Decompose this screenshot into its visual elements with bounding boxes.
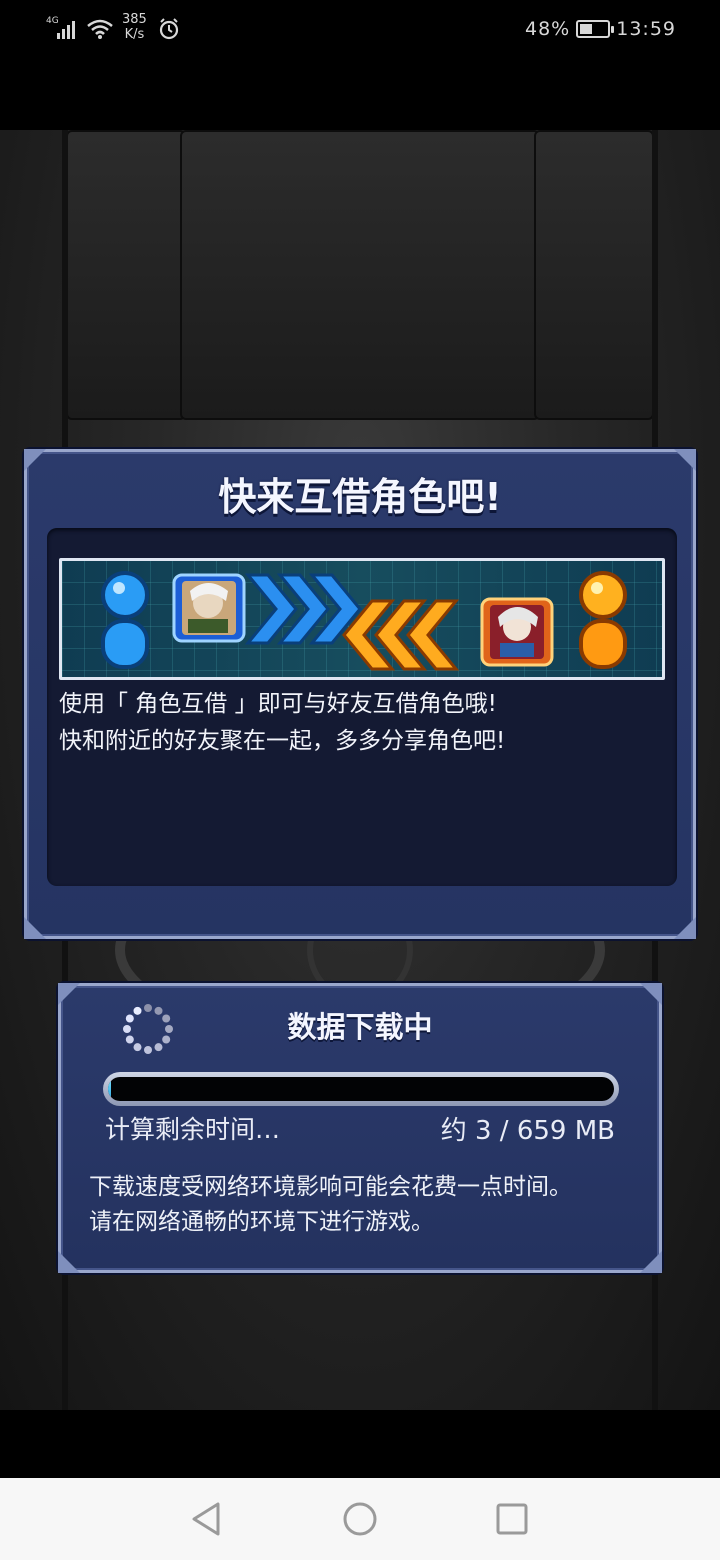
home-icon[interactable] <box>339 1498 381 1540</box>
dialog-body: 使用「 角色互借 」即可与好友互借角色哦! 快和附近的好友聚在一起，多多分享角色… <box>47 528 677 886</box>
share-banner-illustration <box>101 571 627 671</box>
back-icon[interactable] <box>186 1498 228 1540</box>
background-panel-center <box>180 130 540 420</box>
background-panel-right <box>534 130 654 420</box>
download-title: 数据下载中 <box>287 1010 433 1044</box>
orange-player-icon <box>579 571 627 669</box>
alarm-icon <box>159 18 179 40</box>
blue-character-card <box>172 573 246 643</box>
panel-corner <box>640 983 662 1005</box>
panel-corner <box>58 983 80 1005</box>
download-size: 约 3 / 659 MB <box>440 1116 615 1146</box>
description-line-1: 使用「 角色互借 」即可与好友互借角色哦! <box>59 691 497 717</box>
blue-arrows <box>244 573 362 645</box>
system-navigation-bar <box>0 1478 720 1560</box>
panel-corner <box>640 1251 662 1273</box>
download-note-line-2: 请在网络通畅的环境下进行游戏。 <box>89 1209 434 1235</box>
wifi-icon <box>87 19 113 39</box>
dialog-corner <box>24 917 46 939</box>
dialog-description: 使用「 角色互借 」即可与好友互借角色哦! 快和附近的好友聚在一起，多多分享角色… <box>59 686 659 760</box>
status-right: 48% 13:59 <box>525 18 676 40</box>
progress-track-inner <box>108 1077 614 1101</box>
signal-icon <box>57 21 75 39</box>
battery-icon <box>576 20 615 38</box>
remaining-time-status: 计算剩余时间… <box>105 1115 281 1144</box>
speed-value: 385 <box>122 12 147 27</box>
spinner-dot <box>144 1046 152 1054</box>
orange-character-card <box>480 597 554 667</box>
background-panel-left <box>66 130 186 420</box>
speed-unit: K/s <box>124 27 145 42</box>
dialog-title: 快来互借角色吧! <box>218 475 502 519</box>
progress-fill <box>108 1077 111 1101</box>
download-panel: 数据下载中 计算剩余时间… 约 3 / 659 MB 下载速度受网络环境影响可能… <box>58 983 662 1273</box>
recents-icon[interactable] <box>491 1498 533 1540</box>
dialog-corner <box>674 917 696 939</box>
character-share-dialog: 快来互借角色吧! 使用「 角色互借 」即可与好友互借角色哦! 快和附近的好友聚在… <box>24 449 696 939</box>
blue-player-icon <box>101 571 149 669</box>
orange-arrows <box>342 599 460 671</box>
status-bar: 4G 385 K/s 48% 13:59 <box>0 0 720 62</box>
download-progress-bar <box>103 1072 619 1106</box>
network-speed: 385 K/s <box>122 12 147 42</box>
download-note: 下载速度受网络环境影响可能会花费一点时间。 请在网络通畅的环境下进行游戏。 <box>89 1170 649 1240</box>
character-share-banner <box>59 558 665 680</box>
clock: 13:59 <box>616 18 676 40</box>
download-note-line-1: 下载速度受网络环境影响可能会花费一点时间。 <box>89 1174 572 1200</box>
battery-level <box>580 24 593 34</box>
description-line-2: 快和附近的好友聚在一起，多多分享角色吧! <box>59 728 506 754</box>
panel-corner <box>58 1251 80 1273</box>
battery-percent: 48% <box>525 18 571 40</box>
